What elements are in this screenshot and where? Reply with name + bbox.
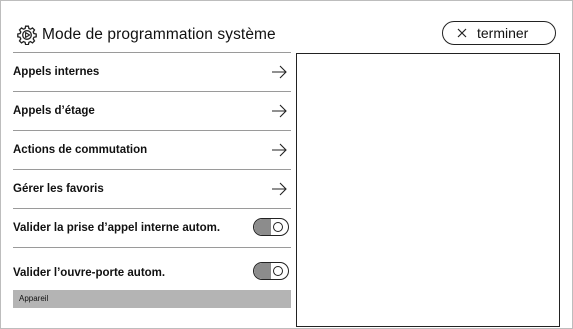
detail-panel xyxy=(296,53,560,327)
toggle-knob xyxy=(254,263,271,279)
toggle-off-indicator xyxy=(273,222,283,232)
menu-item-gerer-favoris[interactable]: Gérer les favoris xyxy=(13,169,291,208)
arrow-right-icon xyxy=(271,103,287,119)
screen: Mode de programmation système terminer A… xyxy=(0,0,573,329)
arrow-right-icon xyxy=(271,142,287,158)
toggle-knob xyxy=(254,219,271,235)
arrow-right-icon xyxy=(271,181,287,197)
toggle-row-prise-appel-interne: Valider la prise d’appel interne autom. xyxy=(13,208,291,247)
toggle-row-ouvre-porte: Valider l’ouvre-porte autom. xyxy=(13,247,291,293)
section-header-label: Appareil xyxy=(19,294,49,303)
arrow-right-icon xyxy=(271,64,287,80)
settings-menu: Appels internes Appels d’étage Actions d… xyxy=(13,52,291,293)
toggle-label: Valider l’ouvre-porte autom. xyxy=(13,267,166,279)
menu-item-label: Gérer les favoris xyxy=(13,183,104,195)
toggle-off-indicator xyxy=(273,266,283,276)
toggle-label: Valider la prise d’appel interne autom. xyxy=(13,222,221,234)
menu-item-appels-internes[interactable]: Appels internes xyxy=(13,52,291,91)
auto-accept-internal-call-toggle[interactable] xyxy=(253,218,289,236)
menu-item-label: Appels d’étage xyxy=(13,105,95,117)
menu-item-appels-etage[interactable]: Appels d’étage xyxy=(13,91,291,130)
menu-item-label: Actions de commutation xyxy=(13,144,148,156)
page-title: Mode de programmation système xyxy=(42,26,276,43)
close-icon xyxy=(455,25,469,41)
finish-button-label: terminer xyxy=(477,25,529,41)
finish-button[interactable]: terminer xyxy=(442,21,556,45)
menu-item-label: Appels internes xyxy=(13,66,100,78)
menu-item-actions-commutation[interactable]: Actions de commutation xyxy=(13,130,291,169)
auto-door-opener-toggle[interactable] xyxy=(253,262,289,280)
settings-gear-icon xyxy=(17,25,37,46)
section-header-appareil: Appareil xyxy=(13,290,291,308)
